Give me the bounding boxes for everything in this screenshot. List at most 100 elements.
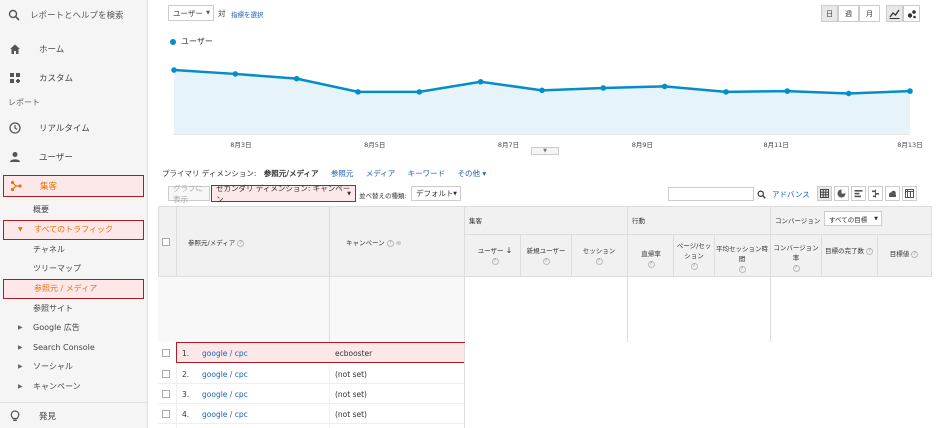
sidebar-item-source-medium[interactable]: 参照元 / メディア <box>3 278 144 299</box>
sort-type-select[interactable]: デフォルト ▼ <box>411 186 461 201</box>
clock-icon <box>8 121 22 135</box>
data-point[interactable] <box>661 83 668 90</box>
report-table: 参照元/メディア ? キャンペーン ? ⊗ 集客 行動 コンバージョン すべての… <box>158 206 932 428</box>
secondary-dimension-select[interactable]: セカンダリ ディメンション: キャンペーン ▼ <box>211 184 356 204</box>
dimension-option-more[interactable]: その他 ▾ <box>458 169 487 178</box>
dimension-option-source[interactable]: 参照元 <box>331 169 354 178</box>
goal-select[interactable]: すべての目標 ▼ <box>824 211 882 226</box>
data-point[interactable] <box>171 67 177 73</box>
sidebar-search[interactable]: レポートとヘルプを検索 <box>0 0 147 30</box>
row-checkbox[interactable] <box>162 349 170 357</box>
sidebar-item-label: 集客 <box>40 182 58 192</box>
sidebar-item-channel[interactable]: チャネル <box>0 240 147 260</box>
data-point[interactable] <box>723 89 729 95</box>
row-checkbox[interactable] <box>162 410 170 418</box>
sidebar-item-campaign[interactable]: ▶ キャンペーン <box>0 377 147 397</box>
advanced-filter-link[interactable]: アドバンス <box>772 189 810 200</box>
sidebar-item-discover[interactable]: 発見 <box>0 404 56 428</box>
pivot-icon <box>905 189 914 198</box>
sidebar-item-label: キャンペーン <box>33 381 81 391</box>
sidebar-item-realtime[interactable]: リアルタイム <box>0 113 147 143</box>
sidebar-section-reports: レポート <box>8 98 40 107</box>
table-row[interactable]: 4. google / cpc (not set) <box>158 404 464 424</box>
data-point[interactable] <box>232 71 239 77</box>
data-point[interactable] <box>355 89 361 95</box>
sidebar-item-treemap[interactable]: ツリーマップ <box>0 259 147 279</box>
col-goal-completions[interactable]: 目標の完了数 ? <box>823 246 875 256</box>
dimension-option-keyword[interactable]: キーワード <box>408 169 446 178</box>
table-row[interactable]: 3. google / cpc (not set) <box>158 384 464 404</box>
person-icon <box>8 150 22 164</box>
chart-resize-handle[interactable]: ▼ <box>531 147 559 155</box>
col-source-medium[interactable]: 参照元/メディア ? <box>188 238 245 248</box>
sidebar-item-label: カスタム <box>39 74 74 85</box>
col-sessions[interactable]: セッション? <box>574 246 624 266</box>
col-new-users[interactable]: 新規ユーザー? <box>522 246 570 266</box>
sidebar-item-user[interactable]: ユーザー <box>0 143 147 173</box>
caret-right-icon: ▶ <box>18 343 23 351</box>
sidebar-item-label: ホーム <box>39 44 65 55</box>
sidebar-item-label: 概要 <box>33 205 49 215</box>
sidebar-item-google-ads[interactable]: ▶ Google 広告 <box>0 318 147 338</box>
sidebar-item-home[interactable]: ホーム <box>0 34 147 64</box>
data-point[interactable] <box>784 88 791 94</box>
x-tick-label: 8月13日 <box>897 141 923 149</box>
row-checkbox[interactable] <box>162 370 170 378</box>
pivot-view-button[interactable] <box>902 186 917 201</box>
data-point[interactable] <box>477 78 484 85</box>
sidebar-item-search-console[interactable]: ▶ Search Console <box>0 338 147 358</box>
sidebar-item-custom[interactable]: カスタム <box>0 64 147 94</box>
sidebar-item-referral[interactable]: 参照サイト <box>0 299 147 319</box>
data-point[interactable] <box>539 87 545 94</box>
data-point[interactable] <box>907 88 913 94</box>
row-campaign: (not set) <box>335 410 367 419</box>
table-row[interactable]: 2. google / cpc (not set) <box>158 364 464 384</box>
data-point[interactable] <box>845 90 852 97</box>
col-pages-per-session[interactable]: ページ/セッション? <box>676 241 712 271</box>
col-conversion-rate[interactable]: コンバージョン率? <box>772 243 820 273</box>
table-row[interactable]: 1. google / cpc ecbooster <box>158 342 465 363</box>
row-number: 1. <box>182 349 190 358</box>
performance-view-button[interactable] <box>851 186 866 201</box>
caret-down-icon: ▼ <box>453 190 457 197</box>
sort-type-label: 並べ替えの種類: <box>359 192 407 200</box>
plot-rows-button[interactable]: グラフに表示 <box>168 184 210 204</box>
col-avg-session-duration[interactable]: 平均セッション時間? <box>716 244 768 274</box>
data-view-button[interactable] <box>817 186 832 201</box>
sidebar-item-social[interactable]: ▶ ソーシャル <box>0 357 147 377</box>
row-source-link[interactable]: google / cpc <box>202 370 248 379</box>
table-search-input[interactable] <box>668 187 754 201</box>
col-users[interactable]: ユーザー ↓? <box>474 246 516 266</box>
search-button[interactable] <box>754 187 768 201</box>
row-campaign: (not set) <box>335 390 367 399</box>
row-source-link[interactable]: google / cpc <box>202 349 248 358</box>
col-bounce-rate[interactable]: 直帰率? <box>630 249 672 269</box>
grid-icon <box>820 189 829 198</box>
dimension-option-medium[interactable]: メディア <box>366 169 395 178</box>
col-campaign[interactable]: キャンペーン ? ⊗ <box>346 238 401 248</box>
data-point[interactable] <box>293 75 300 82</box>
caret-right-icon: ▶ <box>18 363 23 371</box>
caret-right-icon: ▶ <box>18 324 23 332</box>
sidebar-item-all-traffic[interactable]: ▼ すべてのトラフィック <box>3 219 144 240</box>
goal-select-value: すべての目標 <box>829 215 868 224</box>
sidebar-item-acquisition[interactable]: 集客 <box>3 175 144 197</box>
acquisition-icon <box>9 179 23 193</box>
term-cloud-button[interactable] <box>885 186 900 201</box>
select-all-checkbox[interactable] <box>162 238 170 246</box>
caret-down-icon: ▼ <box>347 190 351 197</box>
data-point[interactable] <box>600 85 607 91</box>
row-source-link[interactable]: google / cpc <box>202 410 248 419</box>
sidebar-item-label: ツリーマップ <box>33 264 81 274</box>
row-source-link[interactable]: google / cpc <box>202 390 248 399</box>
row-checkbox[interactable] <box>162 390 170 398</box>
data-point[interactable] <box>416 89 423 95</box>
percentage-view-button[interactable] <box>834 186 849 201</box>
dimension-option-source-medium[interactable]: 参照元/メディア <box>264 169 319 178</box>
sidebar-item-label: 参照サイト <box>33 303 73 313</box>
sidebar-item-overview[interactable]: 概要 <box>0 200 147 220</box>
sidebar-item-label: Search Console <box>33 342 95 352</box>
col-goal-value[interactable]: 目標値 ? <box>879 249 929 259</box>
sidebar-item-label: Google 広告 <box>33 323 80 333</box>
comparison-view-button[interactable] <box>868 186 883 201</box>
